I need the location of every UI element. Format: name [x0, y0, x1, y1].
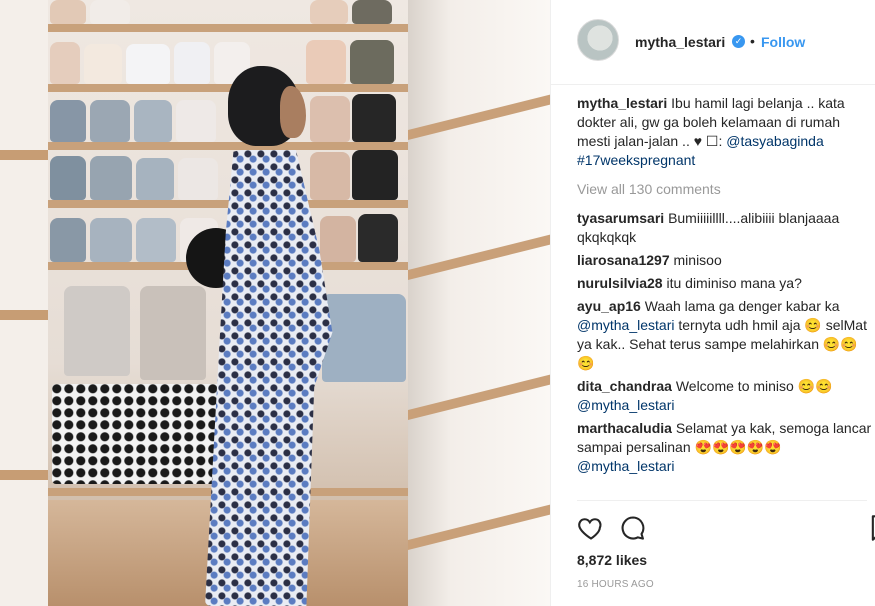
- caption: mytha_lestari Ibu hamil lagi belanja .. …: [577, 94, 873, 170]
- bag: [352, 0, 392, 24]
- comment-username[interactable]: nurulsilvia28: [577, 275, 663, 291]
- comment-mention[interactable]: @mytha_lestari: [577, 397, 674, 413]
- bag: [64, 286, 130, 376]
- avatar[interactable]: [577, 19, 619, 61]
- post-sidebar: mytha_lestari ✓ • Follow mytha_lestari I…: [550, 0, 875, 606]
- bag: [174, 42, 210, 84]
- divider: [577, 500, 867, 501]
- bag: [90, 218, 132, 262]
- bag: [322, 294, 406, 382]
- caption-username[interactable]: mytha_lestari: [577, 95, 667, 111]
- separator-dot: •: [750, 33, 755, 49]
- shelf: [48, 142, 408, 150]
- comment-username[interactable]: ayu_ap16: [577, 298, 641, 314]
- bag: [140, 286, 206, 380]
- bag: [310, 96, 350, 142]
- comments-list[interactable]: mytha_lestari Ibu hamil lagi belanja .. …: [577, 94, 873, 496]
- comment-mention[interactable]: @mytha_lestari: [577, 458, 674, 474]
- bag: [358, 214, 398, 262]
- comment-item: nurulsilvia28 itu diminiso mana ya?: [577, 274, 873, 293]
- comment-item: ayu_ap16 Waah lama ga denger kabar ka @m…: [577, 297, 873, 373]
- comment-text: minisoo: [673, 252, 722, 268]
- post-timestamp[interactable]: 16 HOURS AGO: [577, 579, 654, 590]
- comment-text: itu diminiso mana ya?: [666, 275, 802, 291]
- comment-text: Waah lama ga denger kabar ka: [644, 298, 840, 314]
- caption-mention[interactable]: @tasyabaginda: [726, 133, 824, 149]
- bag: [352, 150, 398, 200]
- bag: [352, 94, 396, 142]
- woman-face: [280, 86, 306, 138]
- bag: [90, 100, 130, 142]
- bag: [178, 158, 218, 200]
- bag: [350, 40, 394, 84]
- bag: [134, 100, 172, 142]
- shelf: [48, 200, 408, 208]
- comment-username[interactable]: liarosana1297: [577, 252, 670, 268]
- post-header: mytha_lestari ✓ • Follow: [551, 0, 875, 85]
- bag: [50, 100, 86, 142]
- post-photo[interactable]: [0, 0, 550, 606]
- bag: [176, 100, 216, 142]
- comment-text: Welcome to miniso 😊😊: [675, 378, 833, 394]
- bag: [50, 42, 80, 84]
- bag: [126, 44, 170, 84]
- bag: [90, 156, 132, 200]
- comment-item: marthacaludia Selamat ya kak, semoga lan…: [577, 419, 873, 476]
- bag: [50, 218, 86, 262]
- comment-item: liarosana1297 minisoo: [577, 251, 873, 270]
- comment-item: tyasarumsari Bumiiiiillll....alibiiii bl…: [577, 209, 873, 247]
- comment-username[interactable]: tyasarumsari: [577, 210, 664, 226]
- bag: [136, 158, 174, 200]
- bag: [50, 0, 86, 24]
- bag: [310, 152, 350, 200]
- follow-button[interactable]: Follow: [761, 34, 805, 50]
- shelf: [48, 24, 408, 32]
- bag: [50, 156, 86, 200]
- verified-badge-icon: ✓: [732, 35, 745, 48]
- bag: [90, 0, 130, 24]
- caption-hashtag[interactable]: #17weekspregnant: [577, 152, 695, 168]
- comment-mention[interactable]: @mytha_lestari: [577, 317, 674, 333]
- bag: [310, 0, 348, 24]
- bag: [320, 216, 356, 262]
- leopard-bags: [52, 384, 222, 484]
- bag: [306, 40, 346, 84]
- bag: [136, 218, 176, 262]
- shelf: [48, 84, 408, 92]
- view-all-comments-link[interactable]: View all 130 comments: [577, 180, 873, 199]
- likes-count[interactable]: 8,872 likes: [577, 552, 647, 568]
- comment-username[interactable]: marthacaludia: [577, 420, 672, 436]
- username-link[interactable]: mytha_lestari: [635, 34, 725, 50]
- heart-icon[interactable]: [577, 514, 605, 542]
- save-icon[interactable]: [867, 514, 875, 542]
- comment-username[interactable]: dita_chandraa: [577, 378, 672, 394]
- comment-item: dita_chandraa Welcome to miniso 😊😊 @myth…: [577, 377, 873, 415]
- left-cabinet: [0, 0, 48, 606]
- bag: [84, 44, 122, 84]
- comment-icon[interactable]: [619, 514, 647, 542]
